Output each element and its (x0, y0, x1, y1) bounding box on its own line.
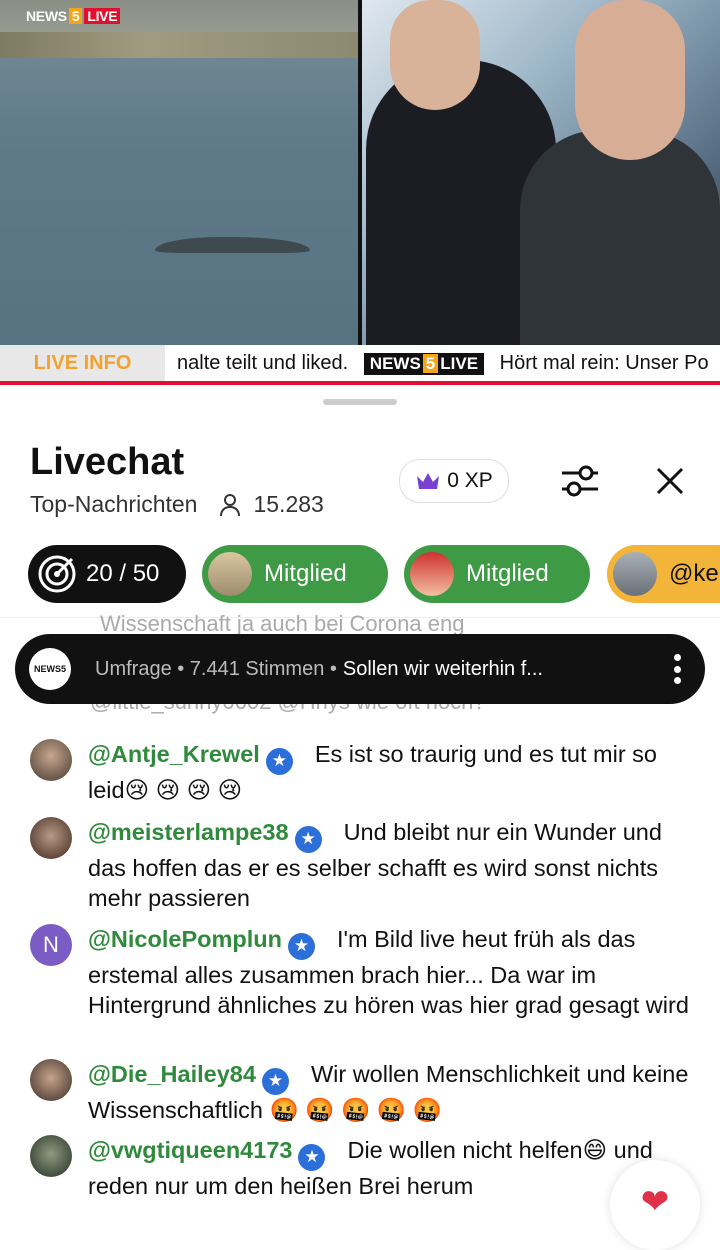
user-avatar[interactable]: N (30, 924, 72, 966)
channel-logo: NEWS 5 LIVE (26, 6, 121, 26)
chat-message: @Die_Hailey84 ★ Wir wollen Menschlichkeit … (30, 1059, 700, 1125)
drag-handle[interactable] (323, 399, 397, 405)
video-left-feed (0, 0, 358, 345)
shoreline (0, 32, 358, 58)
close-icon (656, 467, 684, 495)
chip-row: 20 / 50 Mitglied Mitglied @ke (0, 545, 720, 605)
close-button[interactable] (648, 459, 692, 503)
message-body: @NicolePomplun ★ I'm Bild live heut früh a… (88, 924, 700, 1020)
user-avatar (613, 552, 657, 596)
message-username[interactable]: @vwgtiqueen4173 (88, 1137, 292, 1163)
poll-question: Sollen wir weiterhin f... (342, 657, 543, 680)
user-avatar[interactable] (30, 817, 72, 859)
message-body: @Antje_Krewel ★ Es ist so traurig und es t… (88, 739, 700, 805)
person-icon (220, 493, 241, 516)
like-button[interactable]: ❤ (610, 1160, 700, 1250)
verified-star-icon: ★ (261, 1067, 289, 1095)
chat-title: Livechat (30, 441, 185, 483)
ticker-text-1: nalte teilt und liked. (177, 351, 349, 374)
person-left-head (390, 0, 480, 110)
viewer-count: 15.283 (217, 491, 324, 518)
ticker-text-2: Hört mal rein: Unser Po (499, 351, 709, 374)
whale-shape (155, 237, 310, 253)
poll-logo: NEWS5 (29, 648, 71, 690)
viewer-count-value: 15.283 (253, 491, 324, 517)
livechat-sheet: Livechat Top-Nachrichten 15.283 0 XP 20 … (0, 385, 720, 1200)
video-player[interactable]: NEWS 5 LIVE (0, 0, 720, 345)
message-username[interactable]: @Die_Hailey84 (88, 1061, 256, 1087)
ticker-logo-five: 5 (422, 353, 439, 373)
target-icon (38, 555, 76, 593)
message-username[interactable]: @Antje_Krewel (88, 741, 260, 767)
goal-chip-label: 20 / 50 (86, 560, 160, 587)
member-avatar (410, 552, 454, 596)
verified-star-icon: ★ (298, 1143, 326, 1171)
logo-live-text: LIVE (84, 8, 121, 24)
chat-subtitle: Top-Nachrichten (30, 491, 198, 517)
chat-message: N @NicolePomplun ★ I'm Bild live heut früh… (30, 924, 700, 1020)
member-chip-label: Mitglied (466, 560, 549, 587)
user-avatar[interactable] (30, 739, 72, 781)
member-chip-label: Mitglied (264, 560, 347, 587)
person-right-figure (520, 130, 720, 345)
user-chip-label: @ke (669, 560, 719, 587)
member-chip[interactable]: Mitglied (202, 545, 388, 603)
chat-message: @Antje_Krewel ★ Es ist so traurig und es t… (30, 739, 700, 805)
poll-banner[interactable]: NEWS5 Umfrage • 7.441 Stimmen • Sollen w… (15, 634, 705, 704)
logo-five-text: 5 (68, 8, 83, 24)
more-options-icon[interactable] (673, 654, 681, 684)
heart-icon: ❤ (640, 1183, 670, 1221)
logo-news-text: NEWS (26, 8, 67, 24)
ticker-text: nalte teilt und liked. NEWS 5 LIVE Hört ma… (165, 352, 709, 375)
person-right-head (575, 0, 685, 160)
poll-meta: Umfrage • 7.441 Stimmen • (95, 657, 337, 680)
filter-button[interactable] (558, 459, 602, 503)
ticker-logo: NEWS 5 LIVE (363, 352, 485, 375)
chat-message: @meisterlampe38 ★ Und bleibt nur ein Wunde… (30, 817, 700, 913)
message-body: @meisterlampe38 ★ Und bleibt nur ein Wunde… (88, 817, 700, 913)
message-username[interactable]: @NicolePomplun (88, 926, 282, 952)
message-body: @Die_Hailey84 ★ Wir wollen Menschlichkeit … (88, 1059, 700, 1125)
ticker-logo-live: LIVE (440, 353, 479, 373)
avatar-initial: N (43, 932, 59, 957)
verified-star-icon: ★ (294, 825, 322, 853)
xp-button[interactable]: 0 XP (399, 459, 509, 503)
member-avatar (208, 552, 252, 596)
ticker-label: LIVE INFO (0, 345, 165, 381)
message-body: @vwgtiqueen4173 ★ Die wollen nicht helfen😄… (88, 1135, 700, 1201)
goal-chip[interactable]: 20 / 50 (28, 545, 186, 603)
news-ticker: LIVE INFO nalte teilt und liked. NEWS 5 LI… (0, 345, 720, 385)
xp-value: 0 XP (447, 469, 493, 492)
message-username[interactable]: @meisterlampe38 (88, 819, 289, 845)
user-chip[interactable]: @ke (607, 545, 720, 603)
sliders-icon (562, 465, 598, 497)
ticker-logo-news: NEWS (369, 353, 421, 373)
chat-message: @vwgtiqueen4173 ★ Die wollen nicht helfen😄… (30, 1135, 700, 1201)
chat-subtitle-row: Top-Nachrichten 15.283 (30, 491, 324, 518)
user-avatar[interactable] (30, 1135, 72, 1177)
crown-icon (417, 473, 440, 489)
member-chip[interactable]: Mitglied (404, 545, 590, 603)
verified-star-icon: ★ (265, 747, 293, 775)
user-avatar[interactable] (30, 1059, 72, 1101)
verified-star-icon: ★ (287, 932, 315, 960)
